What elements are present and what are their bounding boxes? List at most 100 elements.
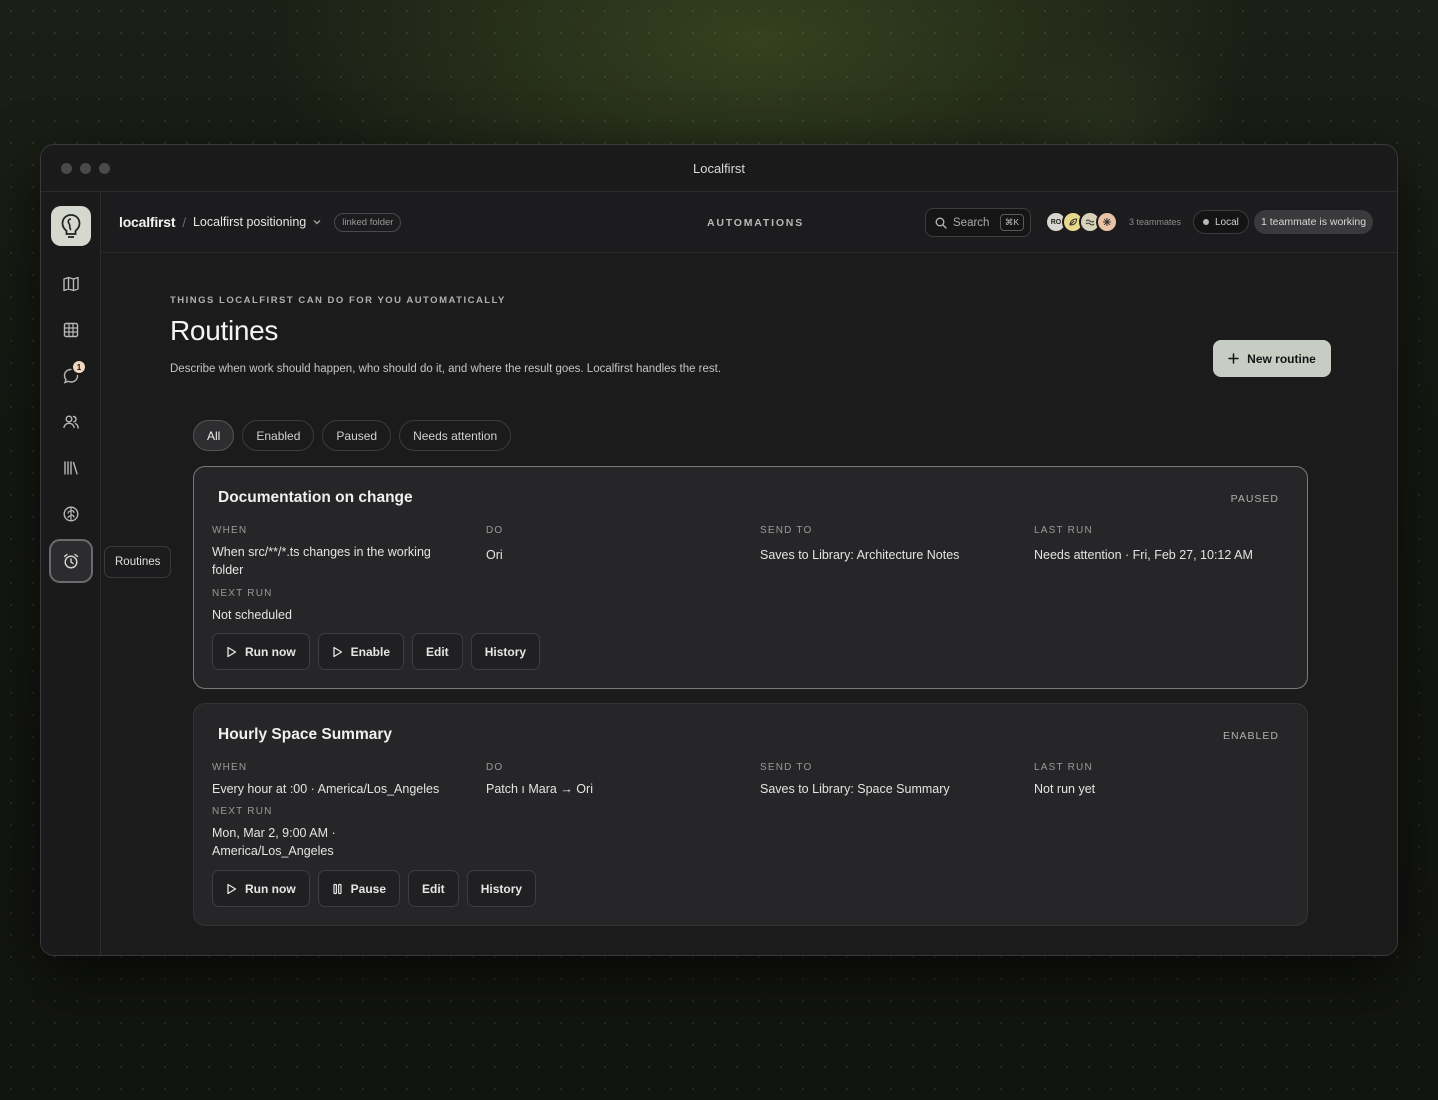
when-value: Every hour at :00 · America/Los_Angeles	[212, 782, 440, 796]
library-icon	[64, 461, 78, 475]
avatar[interactable]	[1096, 211, 1118, 233]
rail-routines-button[interactable]	[49, 539, 93, 583]
do-value: Patch ı Mara → Ori	[486, 782, 593, 796]
local-mode-badge[interactable]: Local	[1193, 210, 1249, 234]
minimize-window-button[interactable]	[80, 163, 91, 174]
local-mode-label: Local	[1215, 216, 1239, 228]
rail-brain-button[interactable]	[53, 496, 89, 532]
last-run-label: LAST RUN	[1034, 762, 1093, 773]
section-label: AUTOMATIONS	[707, 216, 804, 229]
do-label: DO	[486, 525, 504, 536]
brain-icon	[63, 506, 79, 522]
rail-map-button[interactable]	[53, 266, 89, 302]
search-icon	[935, 217, 947, 229]
main-content: THINGS LOCALFIRST CAN DO FOR YOU AUTOMAT…	[102, 253, 1397, 955]
last-run-value: Not run yet	[1034, 782, 1096, 796]
routine-title: Hourly Space Summary	[218, 726, 393, 743]
filter-enabled[interactable]: Enabled	[242, 420, 315, 451]
when-label: WHEN	[212, 525, 248, 536]
routine-status-badge: PAUSED	[1230, 493, 1279, 505]
history-button[interactable]: History	[466, 870, 537, 907]
routine-actions: Run now Enable Edit History	[212, 633, 541, 670]
rail-chat-button[interactable]: 1	[53, 358, 89, 394]
chat-notification-badge: 1	[73, 361, 85, 373]
run-now-button[interactable]: Run now	[212, 633, 310, 670]
next-run-value: Not scheduled	[212, 608, 292, 622]
next-run-label: NEXT RUN	[212, 806, 273, 817]
when-label: WHEN	[212, 762, 248, 773]
nav-rail: 1	[41, 192, 101, 955]
last-run-value: Needs attention · Fri, Feb 27, 10:12 AM	[1034, 548, 1253, 562]
lightbulb-logo-icon	[61, 214, 81, 238]
play-icon	[227, 646, 237, 657]
history-button[interactable]: History	[470, 633, 541, 670]
app-logo[interactable]	[51, 206, 91, 246]
routine-title: Documentation on change	[218, 489, 413, 506]
do-field: DO Patch ı Mara → Ori	[486, 762, 593, 798]
teammates-count: 3 teammates	[1129, 217, 1182, 227]
enable-label: Enable	[350, 644, 391, 659]
run-now-label: Run now	[245, 644, 296, 659]
rail-library-button[interactable]	[53, 450, 89, 486]
play-icon	[227, 883, 237, 894]
zoom-window-button[interactable]	[99, 163, 110, 174]
brand-name[interactable]: localfirst	[119, 214, 176, 230]
rail-grid-button[interactable]	[53, 312, 89, 348]
teammate-avatars[interactable]: RO	[1045, 211, 1118, 233]
linked-folder-badge[interactable]: linked folder	[334, 212, 402, 232]
plus-icon	[1228, 353, 1239, 364]
routine-card[interactable]: Documentation on change PAUSED WHEN When…	[193, 466, 1308, 689]
chevron-down-icon[interactable]	[312, 217, 322, 227]
new-routine-button[interactable]: New routine	[1213, 340, 1331, 377]
pause-label: Pause	[350, 881, 387, 896]
status-dot-icon	[1203, 219, 1209, 225]
grid-icon	[63, 322, 79, 338]
page-description: Describe when work should happen, who sh…	[170, 363, 722, 375]
send-to-label: SEND TO	[760, 525, 813, 536]
rail-people-button[interactable]	[53, 404, 89, 440]
play-icon	[333, 646, 342, 657]
leaf-icon	[1069, 218, 1078, 226]
edit-button[interactable]: Edit	[412, 633, 463, 670]
filter-paused[interactable]: Paused	[322, 420, 392, 451]
search-button[interactable]: Search ⌘K	[925, 208, 1031, 237]
wave-icon	[1085, 219, 1095, 226]
when-value: When src/**/*.ts changes in the working …	[212, 545, 431, 577]
run-now-button[interactable]: Run now	[212, 870, 310, 907]
breadcrumb-separator: /	[182, 214, 186, 230]
routine-actions: Run now Pause Edit History	[212, 870, 537, 907]
pause-button[interactable]: Pause	[317, 870, 401, 907]
send-to-field: SEND TO Saves to Library: Architecture N…	[760, 525, 959, 564]
pause-icon	[333, 883, 342, 894]
do-label: DO	[486, 762, 504, 773]
titlebar: Localfirst	[41, 145, 1397, 192]
search-shortcut: ⌘K	[999, 214, 1024, 231]
window-title: Localfirst	[692, 160, 746, 176]
working-status-badge[interactable]: 1 teammate is working	[1254, 210, 1374, 234]
run-now-label: Run now	[245, 881, 296, 896]
next-run-value: Mon, Mar 2, 9:00 AM · America/Los_Angele…	[212, 826, 336, 858]
send-to-value: Saves to Library: Space Summary	[760, 782, 950, 796]
workspace-switcher[interactable]: Localfirst positioning	[193, 215, 306, 229]
last-run-field: LAST RUN Not run yet	[1034, 762, 1095, 798]
routine-card[interactable]: Hourly Space Summary ENABLED WHEN Every …	[193, 703, 1308, 926]
when-field: WHEN Every hour at :00 · America/Los_Ang…	[212, 762, 472, 798]
do-value: Ori	[486, 548, 503, 562]
close-window-button[interactable]	[61, 163, 72, 174]
last-run-label: LAST RUN	[1034, 525, 1093, 536]
edit-button[interactable]: Edit	[408, 870, 459, 907]
new-routine-label: New routine	[1247, 351, 1316, 366]
send-to-label: SEND TO	[760, 762, 813, 773]
page-eyebrow: THINGS LOCALFIRST CAN DO FOR YOU AUTOMAT…	[170, 295, 506, 306]
when-field: WHEN When src/**/*.ts changes in the wor…	[212, 525, 462, 579]
routine-status-badge: ENABLED	[1222, 730, 1279, 742]
do-field: DO Ori	[486, 525, 503, 564]
filter-all[interactable]: All	[193, 420, 235, 451]
sparkle-icon	[1103, 218, 1111, 226]
app-window: Localfirst 1 Routines localfirst / Local…	[40, 144, 1398, 956]
filter-needs-attention[interactable]: Needs attention	[399, 420, 512, 451]
page-title: Routines	[170, 315, 279, 346]
window-controls	[61, 163, 110, 174]
enable-button[interactable]: Enable	[317, 633, 405, 670]
next-run-label: NEXT RUN	[212, 588, 273, 599]
